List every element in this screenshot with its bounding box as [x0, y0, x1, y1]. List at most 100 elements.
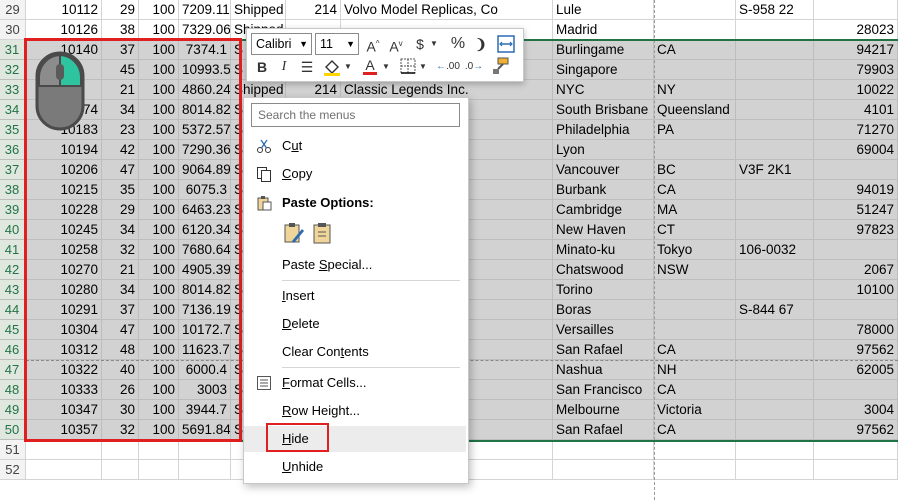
- table-cell[interactable]: [654, 320, 736, 339]
- table-cell[interactable]: CA: [654, 420, 736, 439]
- table-cell[interactable]: 69004: [814, 140, 898, 159]
- table-cell[interactable]: 7209.11: [179, 0, 231, 19]
- table-cell[interactable]: 79903: [814, 60, 898, 79]
- table-cell[interactable]: [814, 460, 898, 479]
- table-cell[interactable]: CA: [654, 180, 736, 199]
- table-cell[interactable]: NSW: [654, 260, 736, 279]
- table-cell[interactable]: 97823: [814, 220, 898, 239]
- table-cell[interactable]: [736, 440, 814, 459]
- format-painter-icon[interactable]: [491, 57, 509, 75]
- table-cell[interactable]: [654, 300, 736, 319]
- table-cell[interactable]: [736, 180, 814, 199]
- row-header[interactable]: 40: [0, 220, 26, 239]
- table-cell[interactable]: 94217: [814, 40, 898, 59]
- menu-item-paste-special[interactable]: Paste Special...: [244, 252, 466, 278]
- menu-item-clear-contents[interactable]: Clear Contents: [244, 339, 466, 365]
- table-cell[interactable]: [814, 0, 898, 19]
- table-cell[interactable]: [553, 460, 654, 479]
- menu-item-format-cells[interactable]: Format Cells...: [244, 370, 466, 396]
- table-cell[interactable]: S-844 67: [736, 300, 814, 319]
- table-cell[interactable]: Torino: [553, 280, 654, 299]
- percent-button[interactable]: %: [448, 33, 468, 55]
- italic-button[interactable]: I: [275, 56, 293, 78]
- table-cell[interactable]: Burbank: [553, 180, 654, 199]
- table-cell[interactable]: Victoria: [654, 400, 736, 419]
- table-cell[interactable]: [736, 360, 814, 379]
- table-cell[interactable]: Lyon: [553, 140, 654, 159]
- menu-item-insert[interactable]: Insert: [244, 283, 466, 309]
- table-cell[interactable]: [814, 300, 898, 319]
- table-cell[interactable]: Minato-ku: [553, 240, 654, 259]
- table-cell[interactable]: [736, 200, 814, 219]
- table-cell[interactable]: 2067: [814, 260, 898, 279]
- table-cell[interactable]: 78000: [814, 320, 898, 339]
- menu-item-cut[interactable]: Cut: [244, 133, 466, 159]
- fill-color-icon[interactable]: [323, 58, 341, 76]
- table-cell[interactable]: [736, 220, 814, 239]
- table-cell[interactable]: 214: [286, 0, 341, 19]
- table-cell[interactable]: Singapore: [553, 60, 654, 79]
- table-cell[interactable]: Madrid: [553, 20, 654, 39]
- paste-keep-formatting-icon[interactable]: [282, 221, 306, 245]
- table-cell[interactable]: 7329.06: [179, 20, 231, 39]
- table-cell[interactable]: [736, 260, 814, 279]
- table-cell[interactable]: CA: [654, 380, 736, 399]
- table-cell[interactable]: 62005: [814, 360, 898, 379]
- table-cell[interactable]: 94019: [814, 180, 898, 199]
- table-cell[interactable]: [102, 460, 139, 479]
- table-cell[interactable]: Shipped: [231, 0, 286, 19]
- table-cell[interactable]: [736, 280, 814, 299]
- row-header[interactable]: 45: [0, 320, 26, 339]
- row-header[interactable]: 44: [0, 300, 26, 319]
- table-cell[interactable]: Lule: [553, 0, 654, 19]
- table-cell[interactable]: [654, 140, 736, 159]
- menu-search-input[interactable]: Search the menus: [251, 103, 460, 127]
- borders-icon[interactable]: [400, 58, 416, 74]
- table-cell[interactable]: 97562: [814, 340, 898, 359]
- table-cell[interactable]: [736, 420, 814, 439]
- table-cell[interactable]: Queensland: [654, 100, 736, 119]
- table-cell[interactable]: Boras: [553, 300, 654, 319]
- table-cell[interactable]: MA: [654, 200, 736, 219]
- row-header[interactable]: 35: [0, 120, 26, 139]
- row-header[interactable]: 49: [0, 400, 26, 419]
- table-cell[interactable]: 97562: [814, 420, 898, 439]
- table-cell[interactable]: 106-0032: [736, 240, 814, 259]
- row-header[interactable]: 47: [0, 360, 26, 379]
- table-cell[interactable]: CA: [654, 40, 736, 59]
- table-cell[interactable]: [26, 460, 102, 479]
- table-cell[interactable]: [736, 100, 814, 119]
- table-cell[interactable]: [736, 20, 814, 39]
- table-cell[interactable]: 100: [139, 0, 179, 19]
- table-cell[interactable]: NH: [654, 360, 736, 379]
- row-header[interactable]: 31: [0, 40, 26, 59]
- menu-item-row-height[interactable]: Row Height...: [244, 398, 466, 424]
- table-cell[interactable]: 29: [102, 0, 139, 19]
- table-cell[interactable]: [654, 20, 736, 39]
- table-cell[interactable]: PA: [654, 120, 736, 139]
- table-cell[interactable]: Nashua: [553, 360, 654, 379]
- menu-item-delete[interactable]: Delete: [244, 311, 466, 337]
- table-cell[interactable]: 100: [139, 20, 179, 39]
- align-center-button[interactable]: ☰: [297, 56, 317, 78]
- table-cell[interactable]: [736, 140, 814, 159]
- shrink-font-button[interactable]: Av: [386, 33, 406, 55]
- row-header[interactable]: 34: [0, 100, 26, 119]
- table-cell[interactable]: CA: [654, 340, 736, 359]
- table-cell[interactable]: NY: [654, 80, 736, 99]
- table-cell[interactable]: [654, 440, 736, 459]
- row-header[interactable]: 41: [0, 240, 26, 259]
- table-cell[interactable]: Tokyo: [654, 240, 736, 259]
- row-header[interactable]: 32: [0, 60, 26, 79]
- table-cell[interactable]: [654, 0, 736, 19]
- table-cell[interactable]: 38: [102, 20, 139, 39]
- font-color-button[interactable]: A: [361, 54, 379, 76]
- table-cell[interactable]: Versailles: [553, 320, 654, 339]
- menu-item-copy[interactable]: Copy: [244, 161, 466, 187]
- table-cell[interactable]: [654, 280, 736, 299]
- table-cell[interactable]: [814, 440, 898, 459]
- row-header[interactable]: 39: [0, 200, 26, 219]
- row-header[interactable]: 43: [0, 280, 26, 299]
- row-header[interactable]: 30: [0, 20, 26, 39]
- table-cell[interactable]: [736, 340, 814, 359]
